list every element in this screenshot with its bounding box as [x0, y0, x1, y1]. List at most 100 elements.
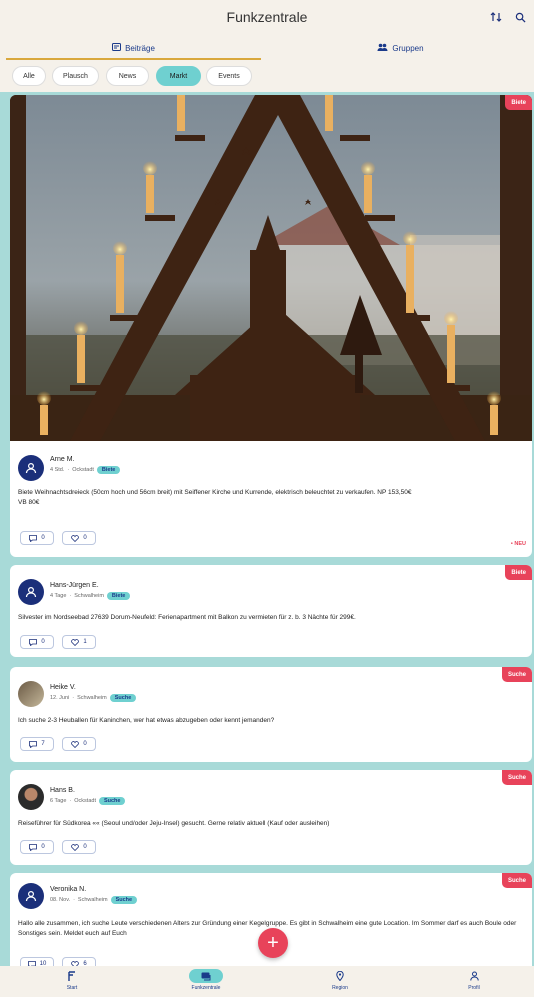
like-count: 0	[83, 741, 87, 747]
tab-posts[interactable]: Beiträge	[0, 36, 267, 60]
like-button[interactable]: 1	[62, 635, 96, 649]
heart-icon	[71, 740, 80, 748]
nav-item-funkzentrale[interactable]: Funkzentrale	[176, 969, 236, 995]
nav-item-start[interactable]: Start	[42, 969, 102, 995]
like-count: 0	[83, 535, 87, 541]
post-time: 12. Juni	[50, 695, 70, 701]
author-name[interactable]: Arne M.	[50, 456, 75, 463]
plus-icon: +	[267, 931, 279, 954]
avatar	[18, 579, 44, 605]
author-name[interactable]: Veronika N.	[50, 886, 86, 893]
nav-label: Start	[66, 985, 78, 991]
new-indicator: • NEU	[510, 541, 526, 547]
post-location: Ockstadt	[72, 467, 94, 473]
nav-label: Funkzentrale	[191, 985, 221, 991]
user-icon	[25, 890, 37, 902]
chat-icon	[189, 969, 223, 983]
filter-chip-news[interactable]: News	[106, 66, 149, 86]
groups-icon	[377, 43, 388, 53]
comment-button[interactable]: 0	[20, 840, 54, 854]
like-count: 1	[83, 639, 87, 645]
filter-chip-alle[interactable]: Alle	[12, 66, 46, 86]
page-title: Funkzentrale	[226, 9, 308, 25]
home-icon	[55, 969, 89, 983]
comment-count: 0	[41, 639, 45, 645]
like-button[interactable]: 0	[62, 840, 96, 854]
post-location: Schwalheim	[74, 593, 104, 599]
location-pin-icon	[323, 969, 357, 983]
avatar	[18, 681, 44, 707]
comment-icon	[29, 740, 38, 748]
post-card[interactable]: Suche Hans B. 6 Tage · Ockstadt Suche Reis…	[10, 770, 532, 865]
bottom-navigation: Start Funkzentrale Region Profil	[0, 966, 534, 997]
author-name[interactable]: Hans-Jürgen E.	[50, 582, 99, 589]
filter-chip-markt[interactable]: Markt	[156, 66, 201, 86]
comment-icon	[29, 638, 38, 646]
filter-chip-events[interactable]: Events	[206, 66, 252, 86]
heart-icon	[71, 843, 80, 851]
heart-icon	[71, 638, 80, 646]
meta-separator: ·	[69, 593, 72, 599]
posts-icon	[112, 43, 122, 53]
post-image	[10, 95, 532, 441]
category-tag: Suche	[98, 797, 126, 805]
heart-icon	[71, 534, 80, 542]
post-location: Schwalheim	[77, 695, 107, 701]
comment-button[interactable]: 0	[20, 531, 54, 545]
user-icon	[25, 462, 37, 474]
post-text: Silvester im Nordseebad 27639 Dorum-Neuf…	[18, 614, 356, 621]
meta-separator: ·	[73, 897, 75, 903]
tab-posts-label: Beiträge	[125, 43, 155, 53]
offer-badge: Biete	[505, 565, 532, 580]
post-text: Ich suche 2-3 Heuballen für Kaninchen, w…	[18, 717, 275, 724]
post-price: VB 80€	[18, 499, 40, 506]
meta-separator: ·	[69, 798, 72, 804]
post-time: 08. Nov.	[50, 897, 71, 903]
post-text: Biete Weihnachtsdreieck (50cm hoch und 5…	[18, 488, 524, 508]
post-meta: 12. Juni · Schwalheim Suche	[50, 694, 137, 702]
nav-item-region[interactable]: Region	[310, 969, 370, 995]
offer-badge: Biete	[505, 95, 532, 110]
post-text: Reiseführer für Südkorea «« (Seoul und/o…	[18, 820, 330, 827]
author-name[interactable]: Hans B.	[50, 787, 75, 794]
like-button[interactable]: 0	[62, 737, 96, 751]
user-icon	[25, 586, 37, 598]
nav-label: Region	[332, 985, 348, 991]
post-meta: 6 Tage · Ockstadt Suche	[50, 797, 126, 805]
post-card[interactable]: Biete Hans-Jürgen E. 4 Tage · Schwalheim B…	[10, 565, 532, 657]
post-card[interactable]: Biete Arne M. 4 Std. · Ockstadt Biete Biet…	[10, 95, 532, 557]
nav-label: Profil	[468, 985, 480, 991]
category-tag: Biete	[106, 592, 131, 600]
post-time: 6 Tage	[50, 798, 67, 804]
like-count: 0	[83, 844, 87, 850]
tab-groups[interactable]: Gruppen	[267, 36, 534, 60]
search-badge: Suche	[501, 770, 532, 785]
comment-icon	[29, 843, 38, 851]
avatar	[18, 784, 44, 810]
post-card[interactable]: Suche Heike V. 12. Juni · Schwalheim Suche…	[10, 667, 532, 762]
search-badge: Suche	[501, 873, 532, 888]
comment-button[interactable]: 7	[20, 737, 54, 751]
create-post-button[interactable]: +	[258, 928, 288, 958]
tab-bar: Beiträge Gruppen	[0, 36, 534, 60]
post-meta: 4 Std. · Ockstadt Biete	[50, 466, 121, 474]
category-filter-bar: Alle Plausch News Markt Events	[0, 60, 534, 92]
comment-button[interactable]: 0	[20, 635, 54, 649]
search-icon[interactable]	[512, 8, 528, 26]
author-name[interactable]: Heike V.	[50, 684, 76, 691]
comment-count: 7	[41, 741, 45, 747]
tab-groups-label: Gruppen	[392, 43, 424, 53]
comment-icon	[29, 534, 38, 542]
filter-chip-plausch[interactable]: Plausch	[52, 66, 99, 86]
like-button[interactable]: 0	[62, 531, 96, 545]
meta-separator: ·	[72, 695, 75, 701]
post-location: Ockstadt	[74, 798, 96, 804]
nav-item-profil[interactable]: Profil	[444, 969, 504, 995]
comment-button[interactable]: 10	[20, 957, 54, 966]
profile-icon	[457, 969, 491, 983]
comment-count: 0	[41, 535, 45, 541]
post-meta: 08. Nov. · Schwalheim Suche	[50, 896, 138, 904]
like-button[interactable]: 6	[62, 957, 96, 966]
app-header: Funkzentrale	[0, 0, 534, 36]
sort-icon[interactable]	[488, 8, 504, 26]
